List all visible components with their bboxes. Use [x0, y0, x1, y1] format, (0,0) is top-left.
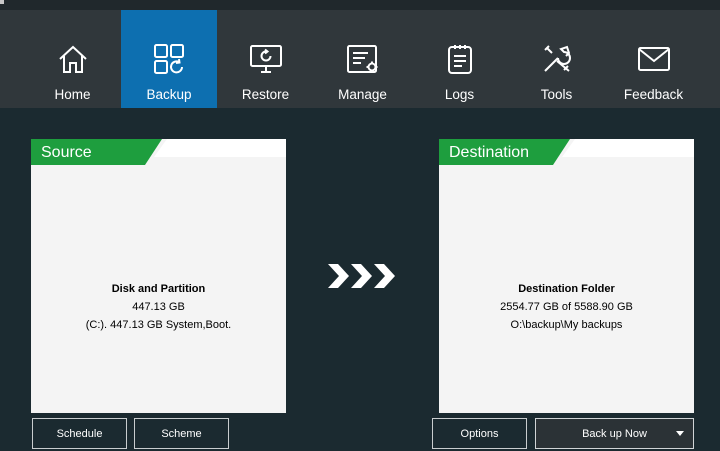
nav-manage-label: Manage: [338, 87, 387, 102]
logs-icon: [443, 42, 477, 76]
source-heading: Disk and Partition: [111, 283, 206, 295]
nav-home[interactable]: Home: [24, 10, 121, 108]
schedule-button-label: Schedule: [56, 427, 103, 440]
nav-logs-label: Logs: [444, 87, 475, 102]
backup-icon: [152, 42, 186, 76]
destination-heading: Destination Folder: [518, 283, 615, 295]
destination-space: 2554.77 GB of 5588.90 GB: [500, 301, 633, 313]
window-corner-mark: [0, 0, 4, 4]
source-size: 447.13 GB: [132, 301, 185, 313]
main-toolbar: Home Backup Restore Manage Logs Tools Fe…: [0, 10, 720, 108]
options-button-label: Options: [460, 427, 499, 440]
nav-backup[interactable]: Backup: [121, 10, 217, 108]
destination-info: Destination Folder 2554.77 GB of 5588.90…: [439, 281, 694, 334]
nav-feedback-label: Feedback: [623, 87, 684, 102]
destination-path: O:\backup\My backups: [510, 319, 623, 331]
title-bar: [0, 0, 720, 10]
nav-tools[interactable]: Tools: [508, 10, 605, 108]
scheme-button-label: Scheme: [161, 427, 202, 440]
backup-now-button-label: Back up Now: [582, 427, 647, 440]
manage-icon: [346, 42, 380, 76]
source-detail: (C:). 447.13 GB System,Boot.: [85, 319, 232, 331]
destination-title: Destination: [449, 144, 530, 161]
source-title: Source: [41, 144, 92, 161]
nav-backup-label: Backup: [146, 87, 192, 102]
scheme-button[interactable]: Scheme: [134, 418, 229, 449]
backup-now-button[interactable]: Back up Now: [535, 418, 694, 449]
destination-header: Destination: [439, 139, 694, 171]
tools-icon: [540, 42, 574, 76]
restore-icon: [249, 42, 283, 76]
source-header: Source: [31, 139, 286, 171]
nav-feedback[interactable]: Feedback: [605, 10, 702, 108]
chevron-down-icon[interactable]: [676, 431, 684, 436]
nav-restore[interactable]: Restore: [217, 10, 314, 108]
nav-home-label: Home: [54, 87, 91, 102]
home-icon: [56, 42, 90, 76]
nav-restore-label: Restore: [241, 87, 290, 102]
source-panel[interactable]: Source Disk and Partition 447.13 GB (C:)…: [31, 139, 286, 413]
destination-panel[interactable]: Destination Destination Folder 2554.77 G…: [439, 139, 694, 413]
source-info: Disk and Partition 447.13 GB (C:). 447.1…: [31, 281, 286, 334]
nav-logs[interactable]: Logs: [411, 10, 508, 108]
nav-tools-label: Tools: [540, 87, 573, 102]
triple-chevron-right-icon: [328, 264, 400, 288]
nav-manage[interactable]: Manage: [314, 10, 411, 108]
schedule-button[interactable]: Schedule: [32, 418, 127, 449]
options-button[interactable]: Options: [432, 418, 527, 449]
feedback-icon: [637, 42, 671, 76]
